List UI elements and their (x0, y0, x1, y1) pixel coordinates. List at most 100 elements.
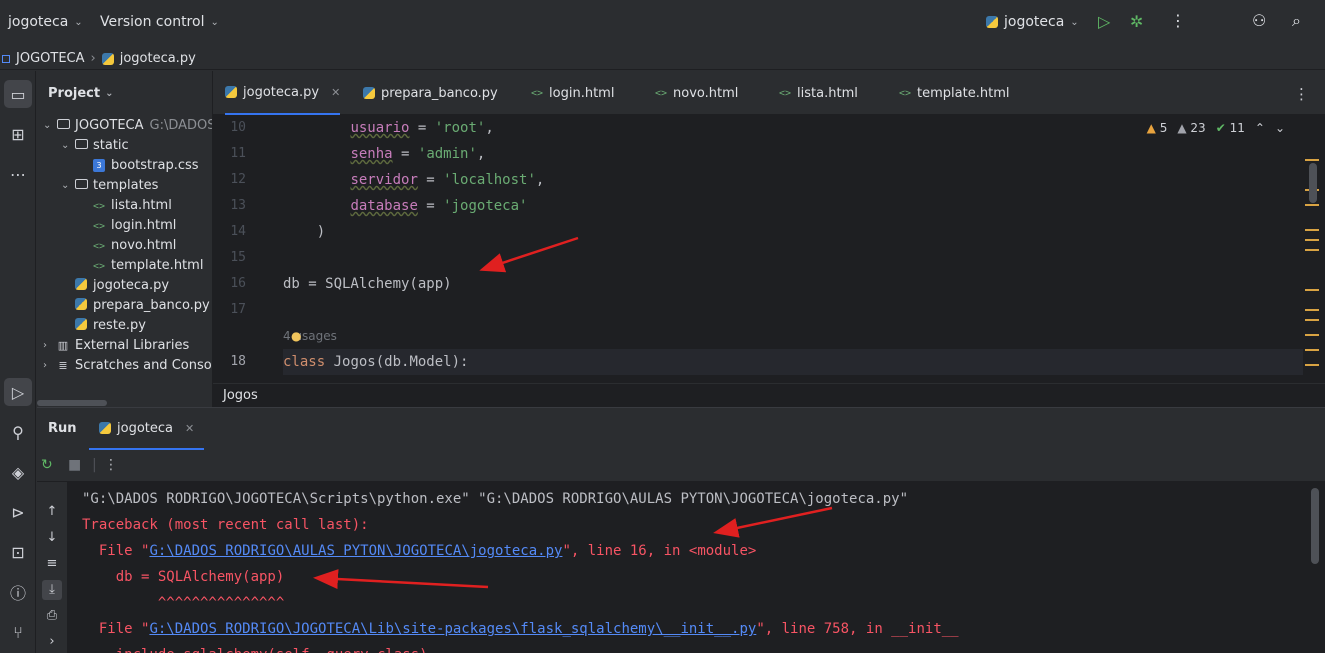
stripe-mark[interactable] (1305, 229, 1319, 231)
code-line: senha = 'admin', (350, 146, 486, 162)
run-icon[interactable]: ▷ (1098, 12, 1110, 31)
down-arrow-icon[interactable]: ↓ (42, 528, 62, 548)
stripe-mark[interactable] (1305, 319, 1319, 321)
run-tab-jogoteca[interactable]: jogoteca ✕ (89, 408, 205, 450)
add-user-icon[interactable]: ⚇ (1252, 11, 1266, 30)
editor-tab[interactable]: prepara_banco.py (363, 71, 498, 115)
console-output[interactable]: "G:\DADOS RODRIGO\JOGOTECA\Scripts\pytho… (82, 486, 1302, 653)
python-packages-icon[interactable]: ◈ (4, 458, 32, 486)
stripe-mark[interactable] (1305, 249, 1319, 251)
stripe-mark[interactable] (1305, 364, 1319, 366)
console-line: Traceback (most recent call last): (82, 517, 369, 533)
tree-item-label: Scratches and Conso (75, 357, 212, 373)
editor-tab[interactable]: jogoteca.py ✕ (225, 71, 341, 115)
tree-item[interactable]: ⌄ static (61, 135, 129, 155)
stripe-mark[interactable] (1305, 159, 1319, 161)
file-link[interactable]: G:\DADOS RODRIGO\JOGOTECA\Lib\site-packa… (149, 621, 756, 637)
project-panel-header[interactable]: Project ⌄ (37, 71, 212, 115)
chevron-right-icon[interactable]: › (43, 340, 55, 351)
tree-item[interactable]: › ≣ Scratches and Conso (43, 355, 212, 375)
html-file-icon: <> (899, 87, 912, 99)
run-tool-icon[interactable]: ▷ (4, 378, 32, 406)
tree-item[interactable]: reste.py (61, 315, 146, 335)
editor-tab[interactable]: <> template.html (899, 71, 1009, 115)
run-header: Run jogoteca ✕ (37, 408, 1325, 450)
html-file-icon: <> (655, 87, 668, 99)
run-config-selector[interactable]: jogoteca ⌄ (986, 14, 1079, 30)
stripe-mark[interactable] (1305, 204, 1319, 206)
console-side-toolbar: ↑ ↓ ≡ ⤓ ⎙ › (37, 482, 67, 653)
chevron-down-icon[interactable]: ⌄ (61, 140, 73, 151)
tree-item[interactable]: prepara_banco.py (61, 295, 210, 315)
chevron-right-icon[interactable]: › (43, 360, 55, 371)
stripe-mark[interactable] (1305, 289, 1319, 291)
breadcrumb-root[interactable]: JOGOTECA (16, 51, 85, 66)
tree-item[interactable]: <> login.html (79, 215, 176, 235)
tree-item[interactable]: <> lista.html (79, 195, 172, 215)
problems-icon[interactable]: ⓘ (4, 578, 32, 606)
more-tools-icon[interactable]: ⋯ (4, 160, 32, 188)
chevron-up-icon[interactable]: ⌃ (1255, 121, 1265, 135)
python-file-icon (99, 422, 111, 434)
chevron-down-icon: ⌄ (1070, 16, 1079, 28)
tree-item[interactable]: › ▥ External Libraries (43, 335, 189, 355)
tree-item[interactable]: ⌄ templates (61, 175, 158, 195)
horizontal-scrollbar[interactable] (37, 400, 107, 406)
soft-wrap-icon[interactable]: ≡ (42, 554, 62, 574)
editor-scrollbar[interactable] (1309, 163, 1317, 203)
stripe-mark[interactable] (1305, 349, 1319, 351)
more-actions-icon[interactable]: ⋮ (1170, 11, 1186, 30)
breadcrumb-file[interactable]: jogoteca.py (120, 51, 196, 66)
terminal-icon[interactable]: ⊡ (4, 538, 32, 566)
structure-icon[interactable]: ⊞ (4, 120, 32, 148)
stripe-mark[interactable] (1305, 309, 1319, 311)
tree-item-label: novo.html (111, 237, 177, 253)
editor-tab[interactable]: <> login.html (531, 71, 614, 115)
project-folder-icon[interactable]: ▭ (4, 80, 32, 108)
inspection-widget[interactable]: ▲ 5 ▲ 23 ✔ 11 ⌃ ⌄ (1147, 121, 1285, 135)
close-icon[interactable]: ✕ (185, 422, 194, 435)
run-config-name: jogoteca (1004, 14, 1065, 30)
stripe-mark[interactable] (1305, 334, 1319, 336)
python-file-icon (986, 16, 998, 28)
stop-icon[interactable]: ■ (68, 457, 81, 473)
file-link[interactable]: G:\DADOS RODRIGO\AULAS PYTON\JOGOTECA\jo… (149, 543, 562, 559)
warning-count: ▲ 5 (1146, 121, 1168, 135)
up-arrow-icon[interactable]: ↑ (42, 502, 62, 522)
stripe-mark[interactable] (1305, 239, 1319, 241)
editor-tab[interactable]: <> lista.html (779, 71, 858, 115)
project-selector[interactable]: jogoteca ⌄ (8, 14, 83, 30)
chevron-down-icon[interactable]: ⌄ (61, 180, 73, 191)
line-number: 14 (230, 224, 246, 239)
editor-tab-label: prepara_banco.py (381, 85, 498, 101)
rerun-icon[interactable]: ↻ (41, 457, 53, 473)
structure-breadcrumb[interactable]: Jogos (213, 383, 1325, 407)
chevron-right-icon[interactable]: › (42, 632, 62, 652)
tree-item-label: login.html (111, 217, 177, 233)
python-file-icon (101, 52, 114, 65)
close-icon[interactable]: ✕ (331, 86, 340, 99)
debug-icon[interactable]: ✲ (1130, 12, 1143, 31)
search-icon[interactable]: ⌕ (1292, 11, 1301, 31)
tree-item[interactable]: jogoteca.py (61, 275, 169, 295)
git-icon[interactable]: ⑂ (4, 618, 32, 646)
scroll-to-end-icon[interactable]: ⤓ (42, 580, 62, 600)
console-scrollbar[interactable] (1311, 488, 1319, 564)
run-title: Run (48, 421, 77, 436)
vcs-menu[interactable]: Version control ⌄ (100, 14, 219, 30)
tree-item[interactable]: 3 bootstrap.css (79, 155, 199, 175)
editor-tab[interactable]: <> novo.html (655, 71, 738, 115)
chevron-down-icon[interactable]: ⌄ (43, 120, 55, 131)
lightbulb-icon[interactable]: ● (291, 329, 301, 343)
more-actions-icon[interactable]: ⋮ (104, 457, 118, 473)
tree-item-label: templates (93, 177, 159, 193)
tree-item[interactable]: <> template.html (79, 255, 203, 275)
more-tabs-icon[interactable]: ⋮ (1294, 85, 1309, 103)
tree-item[interactable]: ⌄ JOGOTECA G:\DADOS (43, 115, 212, 135)
python-console-icon[interactable]: ⚲ (4, 418, 32, 446)
chevron-down-icon[interactable]: ⌄ (1275, 121, 1285, 135)
services-icon[interactable]: ⊳ (4, 498, 32, 526)
code-area[interactable]: usuario = 'root', senha = 'admin', servi… (283, 115, 1303, 383)
print-icon[interactable]: ⎙ (42, 606, 62, 626)
tree-item[interactable]: <> novo.html (79, 235, 176, 255)
